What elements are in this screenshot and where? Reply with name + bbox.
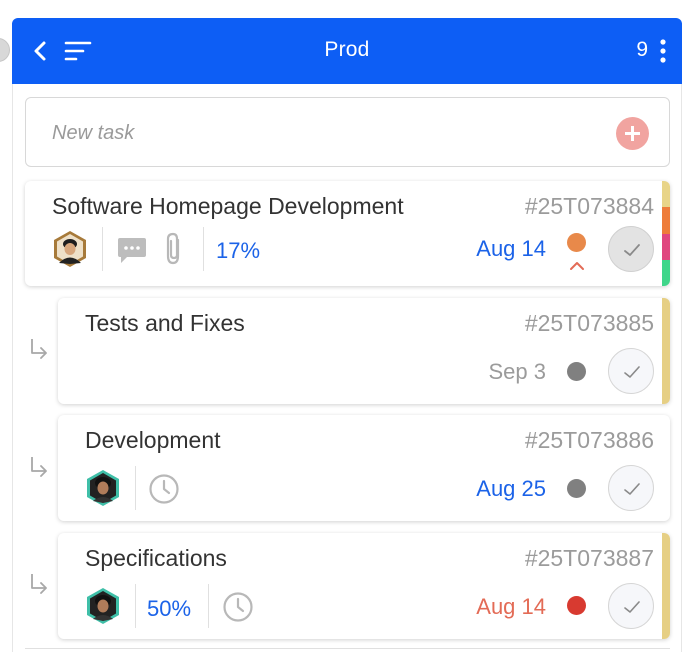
task-name: Software Homepage Development [52,193,404,219]
side-panel-handle[interactable] [0,38,10,62]
task-progress: 50% [147,596,192,621]
avatar[interactable] [86,469,120,507]
plus-icon[interactable] [616,117,649,150]
task-card[interactable]: Development #25T073886 Aug 25 [58,415,670,521]
clock-icon[interactable] [148,473,180,505]
divider [135,466,136,510]
clock-icon[interactable] [222,591,254,623]
complete-button[interactable] [608,583,654,629]
checkmark-icon [624,601,640,613]
chevron-up-icon [570,262,584,270]
task-card[interactable]: Specifications #25T073887 50% Aug 14 [58,533,670,639]
task-code: #25T073887 [524,545,654,571]
status-stripe [662,533,670,639]
due-date[interactable]: Aug 14 [476,236,546,262]
list-title: Prod [324,38,370,61]
priority-dot[interactable] [567,596,586,615]
task-name: Tests and Fixes [85,310,245,336]
subtask-arrow-icon [31,457,47,477]
complete-button[interactable] [608,348,654,394]
avatar[interactable] [86,587,120,625]
complete-button[interactable] [608,465,654,511]
priority-dot[interactable] [567,233,586,252]
task-count: 9 [636,38,648,61]
checkmark-icon [624,244,640,256]
divider [203,227,204,271]
new-task-box [25,97,670,167]
task-card[interactable]: Tests and Fixes #25T073885 Sep 3 [58,298,670,404]
task-code: #25T073886 [524,427,654,453]
paperclip-icon[interactable] [164,232,184,266]
subtask-arrow-icon [31,574,47,594]
due-date[interactable]: Aug 25 [476,476,546,502]
task-name: Development [85,427,221,453]
task-code: #25T073884 [524,193,654,219]
divider [208,584,209,628]
avatar[interactable] [53,230,87,268]
status-stripe [662,298,670,404]
task-code: #25T073885 [524,310,654,336]
priority-dot[interactable] [567,479,586,498]
next-card-edge [25,648,670,652]
task-progress: 17% [216,238,261,263]
divider [135,584,136,628]
task-name: Specifications [85,545,227,571]
status-stripe [662,181,670,286]
comment-icon[interactable] [117,236,147,264]
checkmark-icon [624,483,640,495]
priority-dot[interactable] [567,362,586,381]
task-card[interactable]: Software Homepage Development #25T073884… [25,181,670,286]
divider [102,227,103,271]
subtask-arrow-icon [31,339,47,359]
kebab-menu-icon[interactable] [658,39,668,63]
checkmark-icon [624,366,640,378]
due-date[interactable]: Aug 14 [476,594,546,620]
due-date[interactable]: Sep 3 [489,359,547,385]
list-header: Prod 9 [12,18,682,84]
new-task-input[interactable] [52,118,592,148]
complete-button[interactable] [608,226,654,272]
